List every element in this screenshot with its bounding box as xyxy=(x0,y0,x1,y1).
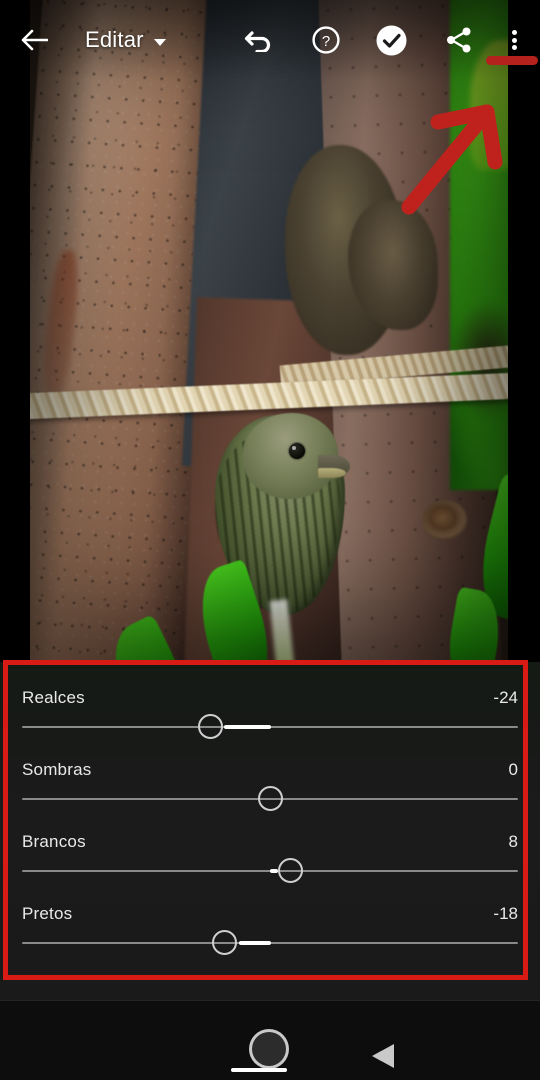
touch-point-indicator xyxy=(249,1029,289,1069)
photo-vignette xyxy=(30,0,508,660)
photo-canvas[interactable] xyxy=(0,0,540,660)
share-button[interactable] xyxy=(442,22,476,58)
help-icon: ? xyxy=(312,26,340,54)
mouse-cursor-arrow xyxy=(372,1044,394,1068)
top-toolbar: Editar ? xyxy=(0,0,540,80)
back-button[interactable] xyxy=(18,22,50,58)
done-button[interactable] xyxy=(374,22,408,58)
red-underline-annotation xyxy=(486,56,538,65)
red-highlight-rectangle xyxy=(3,660,528,980)
overflow-menu-button[interactable] xyxy=(500,22,528,58)
screen-title-dropdown[interactable]: Editar xyxy=(85,20,166,60)
letterbox-left xyxy=(0,0,30,660)
help-button[interactable]: ? xyxy=(309,22,343,58)
undo-icon xyxy=(244,31,271,52)
svg-text:?: ? xyxy=(322,33,330,50)
app-root: Editar ? Realces -24 Sombras 0 Brancos 8… xyxy=(0,0,540,1080)
letterbox-right xyxy=(508,0,540,660)
page-title: Editar xyxy=(85,27,144,52)
edited-photo[interactable] xyxy=(30,0,508,660)
back-arrow-icon xyxy=(21,29,48,51)
chevron-down-icon xyxy=(153,38,166,46)
check-icon xyxy=(376,25,406,55)
active-tab-underline xyxy=(231,1068,287,1072)
share-icon xyxy=(447,27,471,53)
kebab-menu-icon xyxy=(511,28,517,53)
undo-button[interactable] xyxy=(242,22,276,58)
tabbar-divider xyxy=(0,1000,540,1001)
